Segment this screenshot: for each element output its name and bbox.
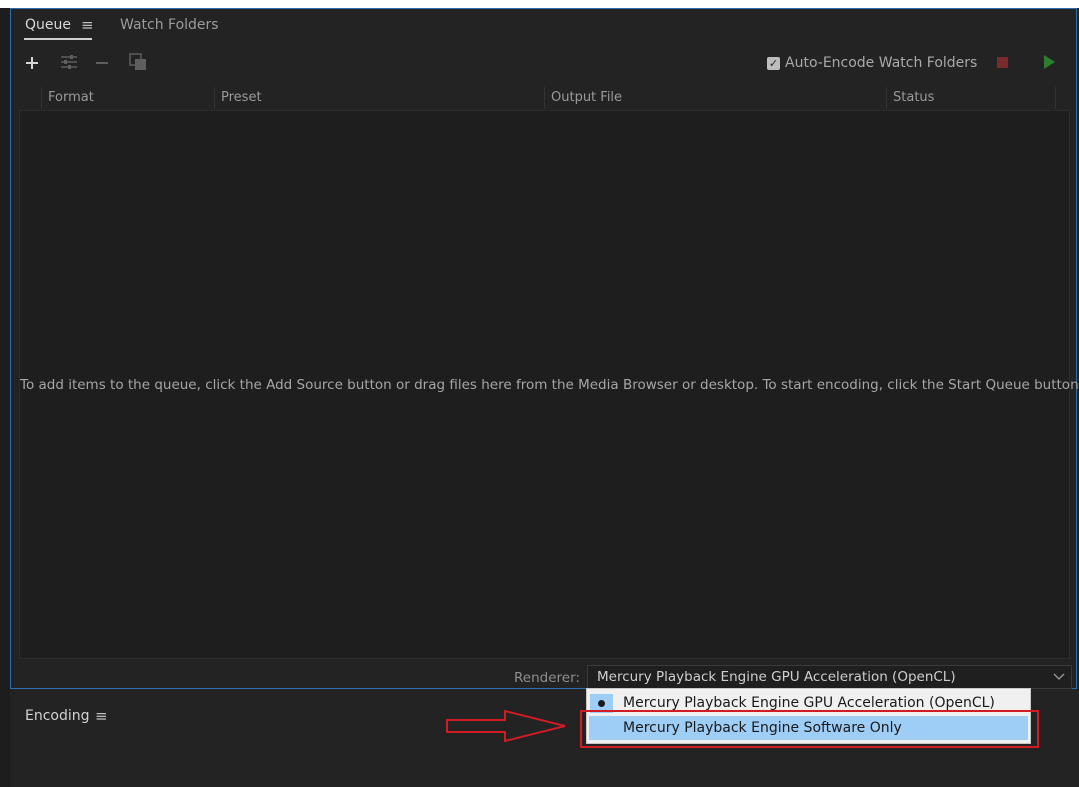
chevron-down-icon — [1053, 666, 1065, 696]
checkbox-checked-icon[interactable]: ✓ — [767, 56, 780, 70]
empty-queue-hint: To add items to the queue, click the Add… — [20, 377, 1079, 393]
auto-encode-label: Auto-Encode Watch Folders — [785, 55, 978, 71]
queue-panel-menu-icon[interactable]: ≡ — [81, 16, 94, 34]
encoding-panel-menu-icon[interactable]: ≡ — [95, 707, 108, 725]
queue-panel: Queue ≡ Watch Folders ✓ Auto-Encode Watc… — [10, 8, 1079, 689]
column-output-file[interactable]: Output File — [544, 87, 886, 109]
queue-drop-area[interactable]: To add items to the queue, click the Add… — [19, 110, 1079, 659]
start-queue-button[interactable] — [1044, 55, 1055, 69]
plus-icon — [26, 57, 38, 69]
minus-icon — [96, 62, 108, 64]
tab-queue[interactable]: Queue — [25, 17, 71, 33]
column-format[interactable]: Format — [41, 87, 214, 109]
renderer-select[interactable]: Mercury Playback Engine GPU Acceleration… — [587, 665, 1072, 689]
stop-queue-button[interactable] — [997, 57, 1008, 68]
tab-encoding[interactable]: Encoding — [25, 708, 90, 724]
window-top-edge — [0, 0, 1079, 8]
settings-button[interactable] — [59, 53, 79, 73]
column-status[interactable]: Status — [886, 87, 1056, 109]
renderer-label: Renderer: — [514, 670, 580, 686]
add-source-button[interactable] — [25, 53, 39, 73]
queue-column-header: Format Preset Output File Status — [19, 87, 1071, 109]
auto-encode-toggle[interactable]: ✓ Auto-Encode Watch Folders — [767, 55, 977, 71]
duplicate-icon — [129, 53, 146, 70]
annotation-highlight-box — [580, 710, 1039, 748]
renderer-selected-value: Mercury Playback Engine GPU Acceleration… — [597, 669, 956, 685]
annotation-arrow-icon — [446, 709, 566, 743]
column-preset[interactable]: Preset — [214, 87, 544, 109]
duplicate-button[interactable] — [129, 53, 147, 74]
active-tab-indicator — [24, 38, 92, 40]
window-edge — [0, 0, 10, 787]
settings-sliders-icon — [61, 55, 77, 69]
remove-button[interactable] — [95, 53, 109, 73]
tab-watch-folders[interactable]: Watch Folders — [120, 17, 219, 33]
